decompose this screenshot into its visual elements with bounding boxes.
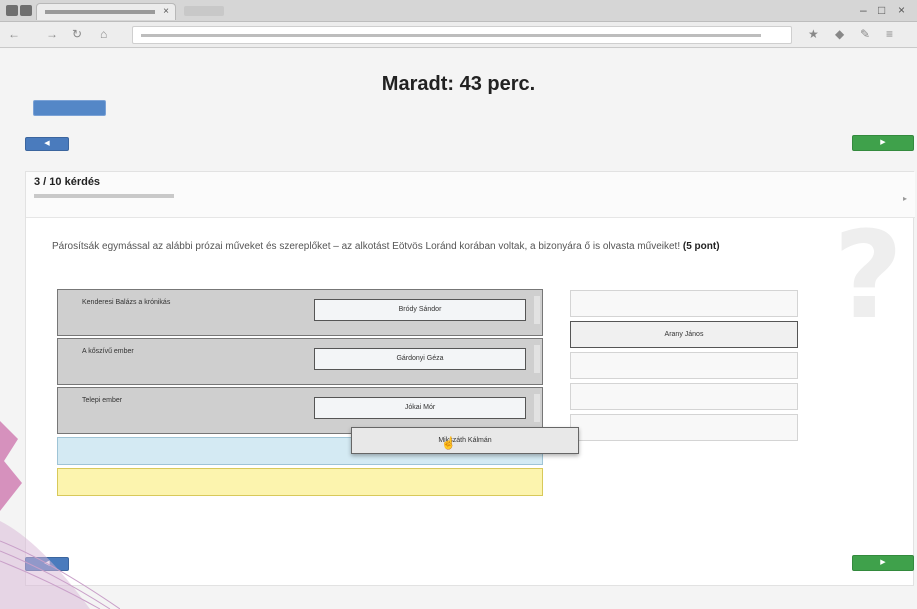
question-subtitle [34,194,174,198]
quiz-page: Maradt: 43 perc. ◀ ▶ 3 / 10 kérdés ▸ ? P… [0,49,917,609]
match-row-highlight-yellow[interactable] [57,468,543,496]
close-tab-icon[interactable]: × [163,7,169,17]
match-row-label: Kenderesi Balázs a krónikás [82,299,171,306]
drop-slot[interactable]: Gárdonyi Géza [314,348,526,370]
match-row: Kenderesi Balázs a krónikás Bródy Sándor [57,289,543,336]
back-icon[interactable]: ← [8,28,20,40]
browser-toolbar: ← → ↻ ⌂ ★ ◆ ✎ ≡ [0,22,917,48]
question-counter: 3 / 10 kérdés [34,176,101,188]
tab-title [45,10,155,14]
match-row: A kőszívű ember Gárdonyi Géza [57,338,543,385]
extension-icon[interactable]: ✎ [860,28,870,40]
match-row-label: A kőszívű ember [82,348,134,355]
forward-icon[interactable]: → [46,28,58,40]
question-menu[interactable]: ▸ [903,194,907,203]
row-scrollbar[interactable] [534,345,540,373]
url-text [141,34,761,37]
reload-icon[interactable]: ↻ [72,28,82,40]
dragged-answer[interactable]: Mikszáth Kálmán [351,427,579,454]
answer-option[interactable]: Arany János [570,321,798,348]
window-menu-icon[interactable] [20,5,32,16]
address-bar[interactable] [132,26,792,44]
row-scrollbar[interactable] [534,394,540,422]
close-window-icon[interactable]: × [898,4,905,16]
answer-option[interactable] [570,383,798,410]
next-button-top[interactable]: ▶ [852,135,914,151]
home-icon[interactable]: ⌂ [100,28,107,40]
question-mark-watermark: ? [833,207,903,346]
question-header: 3 / 10 kérdés ▸ [26,172,915,218]
match-row-label: Telepi ember [82,397,123,404]
drop-slot-answer[interactable]: Gárdonyi Géza [315,355,525,362]
window-menu-icon[interactable] [6,5,18,16]
question-prompt-text: Párosítsák egymással az alábbi prózai mű… [52,241,681,252]
question-card: 3 / 10 kérdés ▸ ? Párosítsák egymással a… [25,171,915,586]
row-scrollbar[interactable] [534,296,540,324]
menu-icon[interactable]: ≡ [886,28,893,40]
prev-button-top[interactable]: ◀ [25,137,69,151]
drop-slot-answer[interactable]: Bródy Sándor [315,306,525,313]
drop-slot[interactable]: Jókai Mór [314,397,526,419]
answer-option[interactable] [570,290,798,317]
maximize-icon[interactable]: □ [878,4,885,16]
browser-tab[interactable]: × [36,3,176,20]
extension-icon[interactable]: ◆ [835,28,844,40]
decorative-pattern [0,421,120,609]
drop-slot[interactable]: Bródy Sándor [314,299,526,321]
star-icon[interactable]: ★ [808,28,819,40]
question-points: (5 pont) [682,241,720,252]
next-button-bottom[interactable]: ▶ [852,555,914,571]
answer-option[interactable] [570,414,798,441]
browser-titlebar: × – □ × [0,0,917,22]
timer: Maradt: 43 perc. [381,73,536,95]
question-prompt: Párosítsák egymással az alábbi prózai mű… [52,238,772,256]
answer-option[interactable] [570,352,798,379]
drop-slot-answer[interactable]: Jókai Mór [315,404,525,411]
new-tab-button[interactable] [184,6,224,16]
minimize-icon[interactable]: – [860,4,867,16]
hand-cursor-icon: ☝ [441,436,456,450]
overview-button[interactable] [33,100,106,116]
